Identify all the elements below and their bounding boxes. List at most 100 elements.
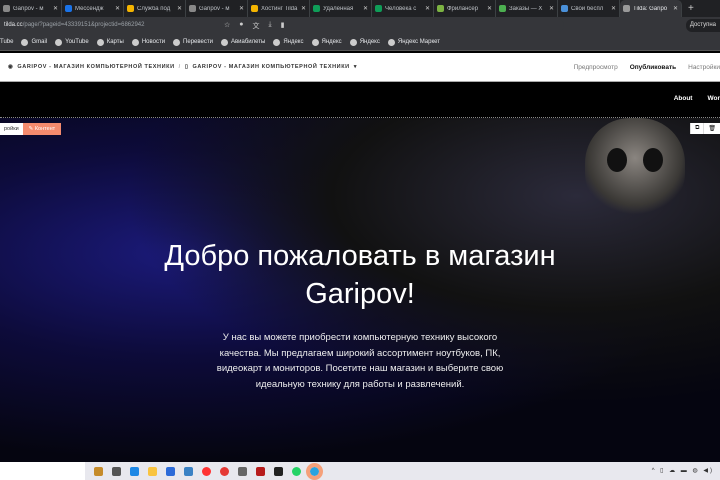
close-icon[interactable]: ✕ <box>363 5 368 12</box>
address-bar-row: tilda.cc/page/?pageid=43339151&projectid… <box>0 17 720 34</box>
browser-tab[interactable]: Хостинг Tilda ✕ <box>248 0 310 17</box>
preview-button[interactable]: Предпросмотр <box>574 64 618 71</box>
system-tray[interactable]: ^ ▯ ☁ ▬ ◍ ◀) <box>652 467 714 474</box>
browser-tab[interactable]: Удаленная ✕ <box>310 0 372 17</box>
bookmark-item[interactable]: Карты <box>96 38 124 46</box>
store-icon[interactable] <box>166 466 175 476</box>
breadcrumb-project[interactable]: GARIPOV - МАГАЗИН КОМПЬЮТЕРНОЙ ТЕХНИКИ <box>17 64 174 70</box>
close-icon[interactable]: ✕ <box>301 5 306 12</box>
bookmark-icon <box>96 38 104 46</box>
whatsapp-icon[interactable] <box>292 466 301 476</box>
taskview-icon[interactable] <box>112 466 121 476</box>
browser-tab[interactable]: Заказы — Х ✕ <box>496 0 558 17</box>
tab-favicon-icon <box>251 5 258 12</box>
browser-tab[interactable]: Мессендж ✕ <box>62 0 124 17</box>
breadcrumb-separator: / <box>178 64 181 70</box>
bookmark-item[interactable]: Яндекс Маркет <box>387 38 440 46</box>
tab-favicon-icon <box>65 5 72 12</box>
taskbar: ^ ▯ ☁ ▬ ◍ ◀) <box>0 462 720 480</box>
yandex-icon[interactable] <box>202 466 211 476</box>
close-icon[interactable]: ✕ <box>53 5 58 12</box>
hero-title: Добро пожаловать в магазин Garipov! <box>164 240 556 310</box>
bookmark-icon <box>387 38 395 46</box>
close-icon[interactable]: ✕ <box>177 5 182 12</box>
hero-text: У нас вы можете приобрести компьютерную … <box>216 332 504 390</box>
bookmark-item[interactable]: YouTube <box>55 38 89 46</box>
filezilla-icon[interactable] <box>256 466 265 476</box>
bookmark-icon <box>311 38 319 46</box>
download-icon[interactable]: ⤓ <box>269 21 272 31</box>
tab-favicon-icon <box>437 5 444 12</box>
breadcrumb-page[interactable]: GARIPOV - МАГАЗИН КОМПЬЮТЕРНОЙ ТЕХНИКИ <box>192 64 349 70</box>
bookmarks-bar: Tube Gmail YouTube Карты Новости Перевести Ави… <box>0 34 720 51</box>
bookmark-item[interactable]: Tube <box>0 39 13 45</box>
browser-tab[interactable]: Человека с ✕ <box>372 0 434 17</box>
bookmark-icon <box>349 38 357 46</box>
bookmark-item[interactable]: Авиабилеты <box>220 38 265 46</box>
settings-gear-icon[interactable] <box>238 466 247 476</box>
close-icon[interactable]: ✕ <box>487 5 492 12</box>
page-icon: ▯ <box>184 64 189 70</box>
bookmark-icon <box>21 38 29 46</box>
globe-icon: ◉ <box>8 64 14 70</box>
widget-icon[interactable] <box>94 466 103 476</box>
tab-favicon-icon <box>623 5 630 12</box>
extension-icon[interactable]: ● <box>239 21 243 31</box>
profile-button[interactable]: Доступна <box>685 19 720 32</box>
sidepanel-icon[interactable]: ▮ <box>281 21 285 31</box>
close-icon[interactable]: ✕ <box>611 5 616 12</box>
figma-icon[interactable] <box>274 466 283 476</box>
tab-strip: Garipov - м ✕ Мессендж ✕ Служба под ✕ Garipov … <box>0 0 720 17</box>
browser-tab[interactable]: Garipov - м ✕ <box>0 0 62 17</box>
publish-button[interactable]: Опубликовать <box>630 64 676 71</box>
bookmark-item[interactable]: Перевести <box>173 38 213 46</box>
mail-icon[interactable] <box>184 466 193 476</box>
bookmark-item[interactable]: Яндекс <box>273 38 304 46</box>
nav-about[interactable]: About <box>674 95 693 102</box>
translate-icon[interactable]: 文 <box>253 21 260 31</box>
taskbar-search[interactable] <box>0 462 85 480</box>
browser-tab[interactable]: Фрилансер ✕ <box>434 0 496 17</box>
block-settings-button[interactable]: ройки <box>0 123 23 135</box>
tab-favicon-icon <box>375 5 382 12</box>
copy-icon[interactable]: ⧉ <box>690 123 703 134</box>
chevron-down-icon[interactable]: ▾ <box>354 64 357 70</box>
site-header: About Wor <box>0 82 720 118</box>
bookmark-item[interactable]: Яндекс <box>311 38 342 46</box>
tilda-topbar: ◉ GARIPOV - МАГАЗИН КОМПЬЮТЕРНОЙ ТЕХНИКИ… <box>0 53 720 82</box>
browser-tab[interactable]: Tilda: Garipo ✕ <box>620 0 682 17</box>
block-content-button[interactable]: ✎ Контент <box>22 123 62 135</box>
tab-favicon-icon <box>561 5 568 12</box>
bookmark-icon <box>220 38 228 46</box>
close-icon[interactable]: ✕ <box>239 5 244 12</box>
star-icon[interactable]: ☆ <box>224 21 230 31</box>
bookmark-item[interactable]: Новости <box>131 38 165 46</box>
bookmark-icon <box>131 38 139 46</box>
browser-tab[interactable]: Garipov - м ✕ <box>186 0 248 17</box>
telegram-icon[interactable] <box>306 462 323 480</box>
close-icon[interactable]: ✕ <box>115 5 120 12</box>
bookmark-icon <box>273 38 281 46</box>
tab-favicon-icon <box>127 5 134 12</box>
bookmark-item[interactable]: Яндекс <box>349 38 380 46</box>
close-icon[interactable]: ✕ <box>425 5 430 12</box>
browser-tab[interactable]: Свой беспл ✕ <box>558 0 620 17</box>
chrome-icon[interactable] <box>220 466 229 476</box>
tab-favicon-icon <box>499 5 506 12</box>
trash-icon[interactable]: 🗑 <box>703 123 720 134</box>
browser-tab[interactable]: Служба под ✕ <box>124 0 186 17</box>
settings-button[interactable]: Настройки <box>688 64 720 71</box>
close-icon[interactable]: ✕ <box>673 5 678 12</box>
nav-works[interactable]: Wor <box>707 95 720 102</box>
new-tab-button[interactable]: + <box>688 3 694 14</box>
tab-favicon-icon <box>313 5 320 12</box>
edge-icon[interactable] <box>130 466 139 476</box>
bookmark-icon <box>173 38 181 46</box>
close-icon[interactable]: ✕ <box>549 5 554 12</box>
tab-favicon-icon <box>3 5 10 12</box>
bookmark-icon <box>55 38 63 46</box>
bookmark-item[interactable]: Gmail <box>21 38 47 46</box>
explorer-icon[interactable] <box>148 466 157 476</box>
hero-section: About Wor ройки ✎ Контент ⧉ 🗑 Добро пожало… <box>0 82 720 462</box>
robot-image <box>585 118 685 218</box>
